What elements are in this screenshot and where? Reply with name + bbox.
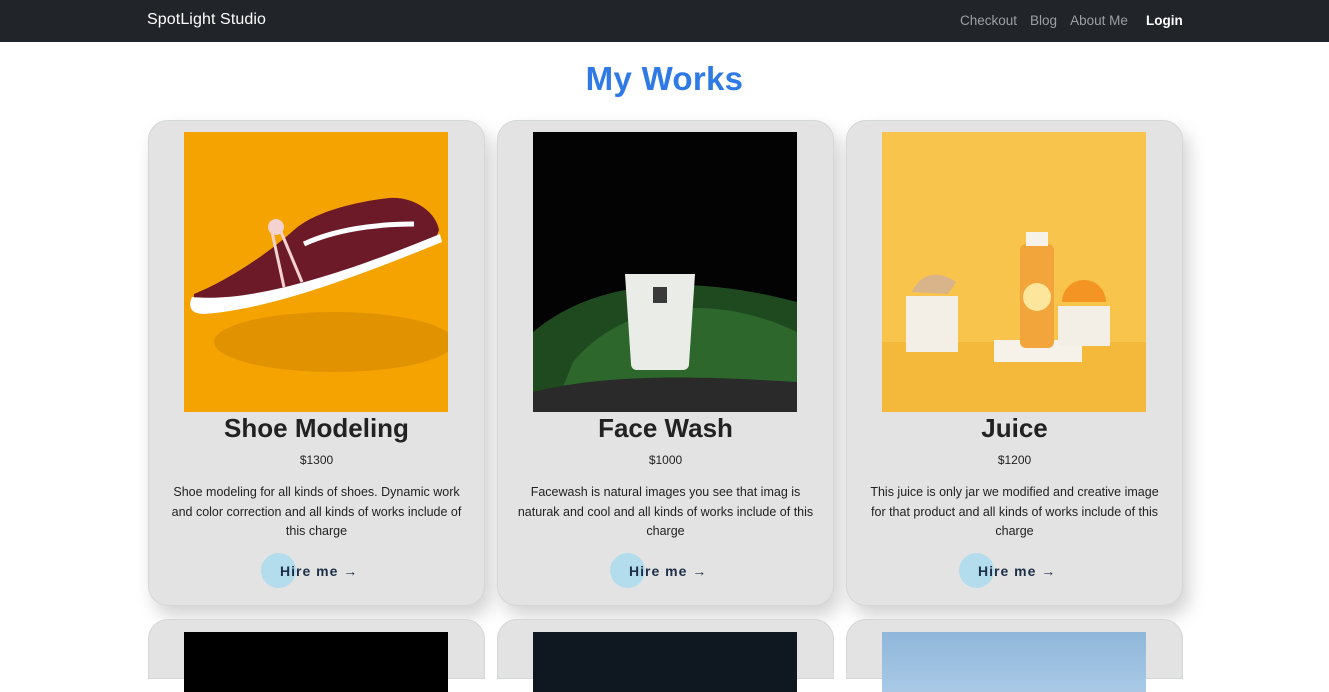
work-card-facewash: Face Wash $1000 Facewash is natural imag… bbox=[497, 120, 834, 606]
work-image bbox=[184, 632, 448, 692]
card-price: $1300 bbox=[299, 453, 334, 467]
hire-me-button[interactable]: Hire me → bbox=[610, 553, 730, 589]
work-card-row2-3 bbox=[846, 619, 1183, 692]
card-price: $1200 bbox=[997, 453, 1032, 467]
page-title: My Works bbox=[585, 60, 744, 97]
juice-image bbox=[882, 132, 1146, 412]
work-image bbox=[533, 632, 797, 692]
card-description: Facewash is natural images you see that … bbox=[517, 485, 814, 538]
login-link[interactable]: Login bbox=[1146, 13, 1183, 28]
work-card-shoe: Shoe Modeling $1300 Shoe modeling for al… bbox=[148, 120, 485, 606]
brand-link[interactable]: SpotLight Studio bbox=[147, 11, 266, 29]
hire-me-button[interactable]: Hire me → bbox=[261, 553, 381, 589]
nav-link-about[interactable]: About Me bbox=[1070, 13, 1128, 28]
work-image bbox=[882, 632, 1146, 692]
card-title: Juice bbox=[981, 413, 1048, 443]
facewash-image bbox=[533, 132, 797, 412]
hire-me-label: Hire me → bbox=[280, 563, 359, 579]
nav-link-checkout[interactable]: Checkout bbox=[960, 13, 1017, 28]
work-card-row2-2 bbox=[497, 619, 834, 692]
hire-me-button[interactable]: Hire me → bbox=[959, 553, 1079, 589]
card-description: Shoe modeling for all kinds of shoes. Dy… bbox=[171, 485, 462, 538]
work-card-juice: Juice $1200 This juice is only jar we mo… bbox=[846, 120, 1183, 606]
card-price: $1000 bbox=[648, 453, 683, 467]
shoe-image bbox=[184, 132, 448, 412]
navbar: SpotLight Studio Checkout Blog About Me … bbox=[0, 0, 1329, 42]
card-title: Shoe Modeling bbox=[224, 413, 409, 443]
hire-me-label: Hire me → bbox=[629, 563, 708, 579]
card-description: This juice is only jar we modified and c… bbox=[870, 485, 1159, 538]
nav-link-blog[interactable]: Blog bbox=[1030, 13, 1057, 28]
hire-me-label: Hire me → bbox=[978, 563, 1057, 579]
card-title: Face Wash bbox=[598, 413, 733, 443]
nav-links: Checkout Blog About Me bbox=[960, 13, 1141, 28]
work-card-row2-1 bbox=[148, 619, 485, 692]
